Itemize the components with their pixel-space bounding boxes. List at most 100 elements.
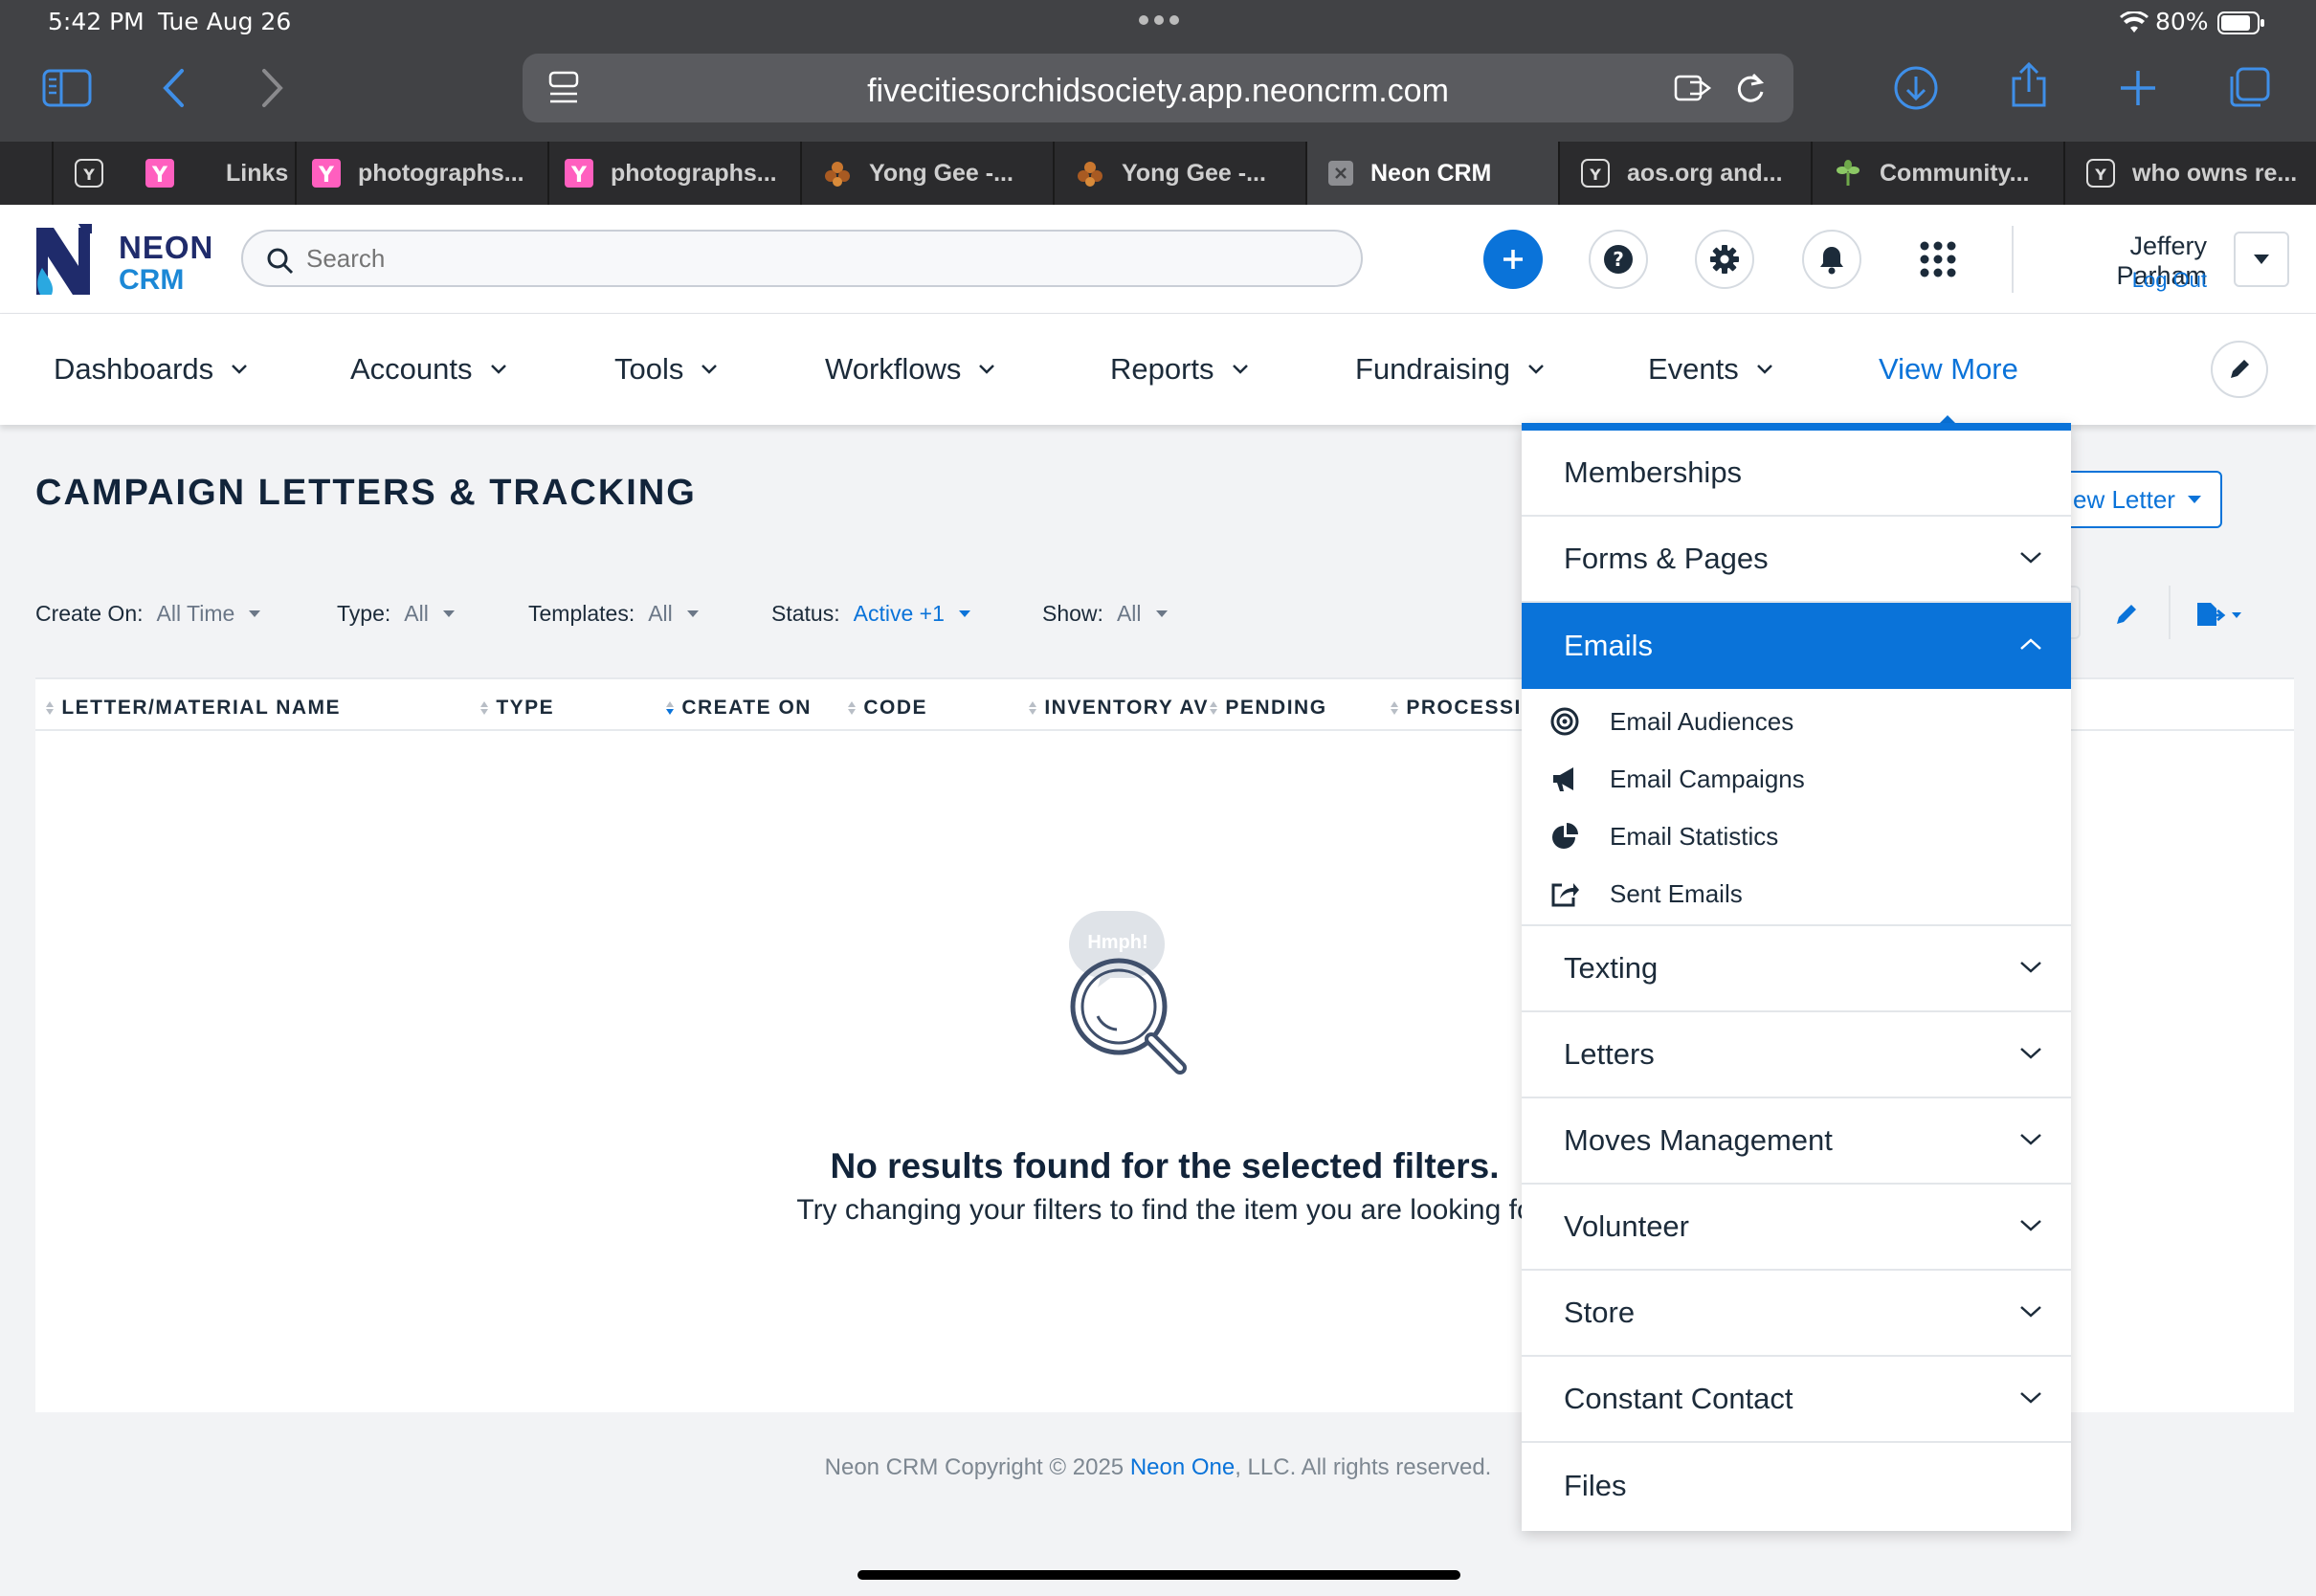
- chevron-down-icon: [2019, 1305, 2042, 1319]
- apps-grid-icon[interactable]: [1920, 241, 1956, 277]
- nav-view-more[interactable]: View More: [1879, 352, 2018, 387]
- menu-item-letters[interactable]: Letters: [1522, 1012, 2071, 1098]
- status-bar: 5:42 PM Tue Aug 26 80%: [0, 0, 2316, 44]
- submenu-email-statistics[interactable]: Email Statistics: [1522, 808, 2071, 865]
- tab-0[interactable]: Y: [52, 142, 124, 205]
- header-divider: [2012, 226, 2014, 293]
- plant-icon: [1834, 159, 1862, 188]
- sidebar-toggle-icon[interactable]: [42, 69, 92, 107]
- new-tab-icon[interactable]: [2119, 69, 2157, 107]
- menu-item-volunteer[interactable]: Volunteer: [1522, 1185, 2071, 1271]
- export-icon[interactable]: [2195, 601, 2245, 628]
- reload-icon[interactable]: [1734, 69, 1767, 105]
- search-box[interactable]: [241, 230, 1363, 287]
- downloads-icon[interactable]: [1893, 65, 1939, 111]
- menu-item-moves-management[interactable]: Moves Management: [1522, 1098, 2071, 1185]
- menu-item-files[interactable]: Files: [1522, 1443, 2071, 1529]
- close-tab-icon[interactable]: [1328, 161, 1353, 186]
- filter-status[interactable]: Status: Active +1: [771, 601, 971, 627]
- tab-photographs-2[interactable]: Y photographs...: [547, 142, 800, 205]
- column-header-create-on[interactable]: CREATE ON: [665, 697, 812, 720]
- search-input[interactable]: [306, 241, 1168, 276]
- filter-templates[interactable]: Templates: All: [528, 601, 700, 627]
- column-header-inventory[interactable]: INVENTORY AV: [1028, 697, 1209, 720]
- caret-down-icon: [1155, 610, 1169, 618]
- submenu-email-campaigns[interactable]: Email Campaigns: [1522, 750, 2071, 808]
- column-header-type[interactable]: TYPE: [479, 697, 554, 720]
- filter-create-on[interactable]: Create On: All Time: [35, 601, 261, 627]
- orchid-icon: [823, 159, 852, 188]
- submenu-sent-emails[interactable]: Sent Emails: [1522, 865, 2071, 922]
- caret-down-icon: [2253, 254, 2270, 265]
- settings-button[interactable]: [1695, 230, 1754, 289]
- submenu-email-audiences[interactable]: Email Audiences: [1522, 693, 2071, 750]
- filter-type[interactable]: Type: All: [337, 601, 456, 627]
- menu-item-constant-contact[interactable]: Constant Contact: [1522, 1357, 2071, 1443]
- multitask-dots-icon[interactable]: [1137, 13, 1181, 27]
- sort-icon: [1028, 700, 1037, 716]
- nav-events[interactable]: Events: [1648, 352, 1773, 387]
- tab-neon-crm[interactable]: Neon CRM: [1305, 142, 1558, 205]
- share-icon[interactable]: [2008, 61, 2050, 109]
- nav-fundraising[interactable]: Fundraising: [1355, 352, 1545, 387]
- yahoo-outline-icon: Y: [75, 159, 103, 188]
- tab-community[interactable]: Community...: [1811, 142, 2063, 205]
- nav-reports[interactable]: Reports: [1110, 352, 1249, 387]
- tab-photographs-1[interactable]: Y photographs...: [295, 142, 547, 205]
- chevron-down-icon: [2019, 551, 2042, 565]
- neon-one-link[interactable]: Neon One: [1130, 1454, 1235, 1480]
- edit-nav-button[interactable]: [2211, 341, 2268, 398]
- svg-text:Y: Y: [570, 164, 588, 188]
- forward-icon[interactable]: [260, 67, 285, 109]
- notifications-button[interactable]: [1802, 230, 1861, 289]
- column-header-name[interactable]: LETTER/MATERIAL NAME: [45, 697, 341, 720]
- svg-text:Y: Y: [151, 164, 168, 188]
- svg-text:Y: Y: [2094, 166, 2106, 184]
- logo-crm-text: CRM: [119, 264, 185, 296]
- edit-columns-icon[interactable]: [2113, 601, 2140, 628]
- tab-links[interactable]: Y Links: [124, 142, 295, 205]
- menu-item-memberships[interactable]: Memberships: [1522, 431, 2071, 517]
- nav-dashboards[interactable]: Dashboards: [54, 352, 248, 387]
- url-bar[interactable]: fivecitiesorchidsociety.app.neoncrm.com: [523, 54, 1793, 122]
- nav-tools[interactable]: Tools: [614, 352, 718, 387]
- column-header-pending[interactable]: PENDING: [1209, 697, 1327, 720]
- chevron-down-icon: [1527, 364, 1545, 375]
- menu-item-store[interactable]: Store: [1522, 1271, 2071, 1357]
- yahoo-icon: Y: [565, 159, 593, 188]
- help-icon: ?: [1603, 244, 1634, 275]
- back-icon[interactable]: [161, 67, 186, 109]
- svg-text:Y: Y: [82, 166, 95, 184]
- tab-yong-gee-1[interactable]: Yong Gee -...: [800, 142, 1053, 205]
- logout-link[interactable]: Log Out: [2038, 268, 2207, 293]
- extension-icon[interactable]: [1673, 71, 1713, 105]
- menu-item-emails[interactable]: Emails: [1522, 603, 2071, 689]
- yahoo-icon: Y: [145, 159, 174, 188]
- orchid-icon: [1076, 159, 1104, 188]
- tab-strip: Y Y Links Y photographs... Y photographs…: [0, 142, 2316, 205]
- help-button[interactable]: ?: [1589, 230, 1648, 289]
- sort-icon: [45, 700, 55, 716]
- nav-workflows[interactable]: Workflows: [825, 352, 995, 387]
- menu-item-texting[interactable]: Texting: [1522, 926, 2071, 1012]
- tab-who-owns[interactable]: Y who owns re...: [2063, 142, 2316, 205]
- tab-yong-gee-2[interactable]: Yong Gee -...: [1053, 142, 1305, 205]
- menu-item-forms-pages[interactable]: Forms & Pages: [1522, 517, 2071, 603]
- user-menu-button[interactable]: [2234, 232, 2289, 287]
- column-header-processing[interactable]: PROCESSIN: [1390, 697, 1538, 720]
- share-icon: [1550, 879, 1579, 908]
- chevron-down-icon: [1232, 364, 1249, 375]
- filter-show[interactable]: Show: All: [1042, 601, 1169, 627]
- sort-icon: [1209, 700, 1218, 716]
- nav-accounts[interactable]: Accounts: [350, 352, 507, 387]
- home-indicator[interactable]: [857, 1570, 1460, 1580]
- neon-logo[interactable]: NEON CRM: [34, 224, 216, 299]
- app-header: NEON CRM ? Jeffery Parham Log Out: [0, 205, 2316, 314]
- tab-overview-icon[interactable]: [2226, 65, 2272, 111]
- pencil-icon: [2227, 357, 2252, 382]
- yahoo-outline-icon: Y: [1581, 159, 1610, 188]
- add-button[interactable]: [1483, 230, 1543, 289]
- column-header-code[interactable]: CODE: [847, 697, 927, 720]
- tab-aos[interactable]: Y aos.org and...: [1558, 142, 1811, 205]
- main-nav: Dashboards Accounts Tools Workflows Repo…: [0, 314, 2316, 425]
